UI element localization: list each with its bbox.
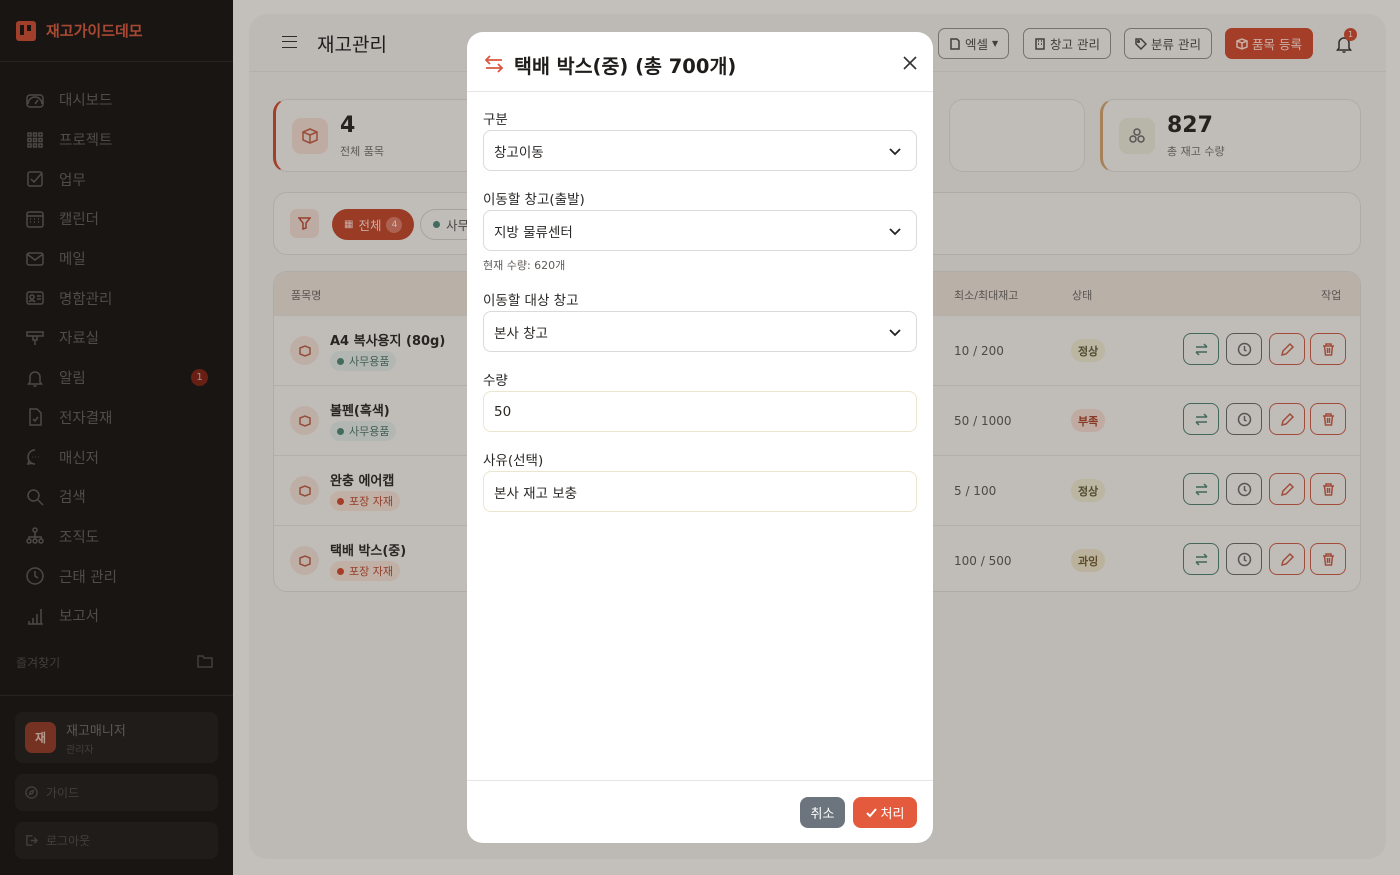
to-warehouse-label: 이동할 대상 창고 (483, 293, 579, 309)
chevron-down-icon (888, 224, 902, 238)
to-warehouse-select[interactable]: 본사 창고 (483, 311, 917, 352)
type-label: 구분 (483, 112, 508, 128)
quantity-value: 50 (494, 403, 512, 420)
current-quantity-hint: 현재 수량: 620개 (483, 259, 566, 272)
from-warehouse-label: 이동할 창고(출발) (483, 192, 585, 208)
modal-header: 택배 박스(중) (총 700개) (467, 32, 933, 92)
transfer-arrows-icon (483, 53, 505, 75)
chevron-down-icon (888, 144, 902, 158)
check-icon (865, 808, 877, 818)
reason-label: 사유(선택) (483, 453, 544, 469)
cancel-button[interactable]: 취소 (800, 797, 845, 828)
from-warehouse-value: 지방 물류센터 (494, 224, 573, 241)
quantity-label: 수량 (483, 373, 508, 389)
submit-label: 처리 (880, 807, 905, 822)
modal-footer: 취소 처리 (467, 780, 933, 843)
stock-transfer-modal: 택배 박스(중) (총 700개) 구분 창고이동 이동할 창고(출발) 지방 … (467, 32, 933, 843)
submit-button[interactable]: 처리 (853, 797, 917, 828)
close-icon[interactable] (901, 54, 919, 72)
reason-input[interactable]: 본사 재고 보충 (483, 471, 917, 512)
from-warehouse-select[interactable]: 지방 물류센터 (483, 210, 917, 251)
type-value: 창고이동 (494, 144, 544, 161)
to-warehouse-value: 본사 창고 (494, 325, 548, 342)
quantity-input[interactable]: 50 (483, 391, 917, 432)
chevron-down-icon (888, 325, 902, 339)
modal-title: 택배 박스(중) (총 700개) (514, 55, 737, 78)
reason-value: 본사 재고 보충 (494, 485, 578, 502)
type-select[interactable]: 창고이동 (483, 130, 917, 171)
